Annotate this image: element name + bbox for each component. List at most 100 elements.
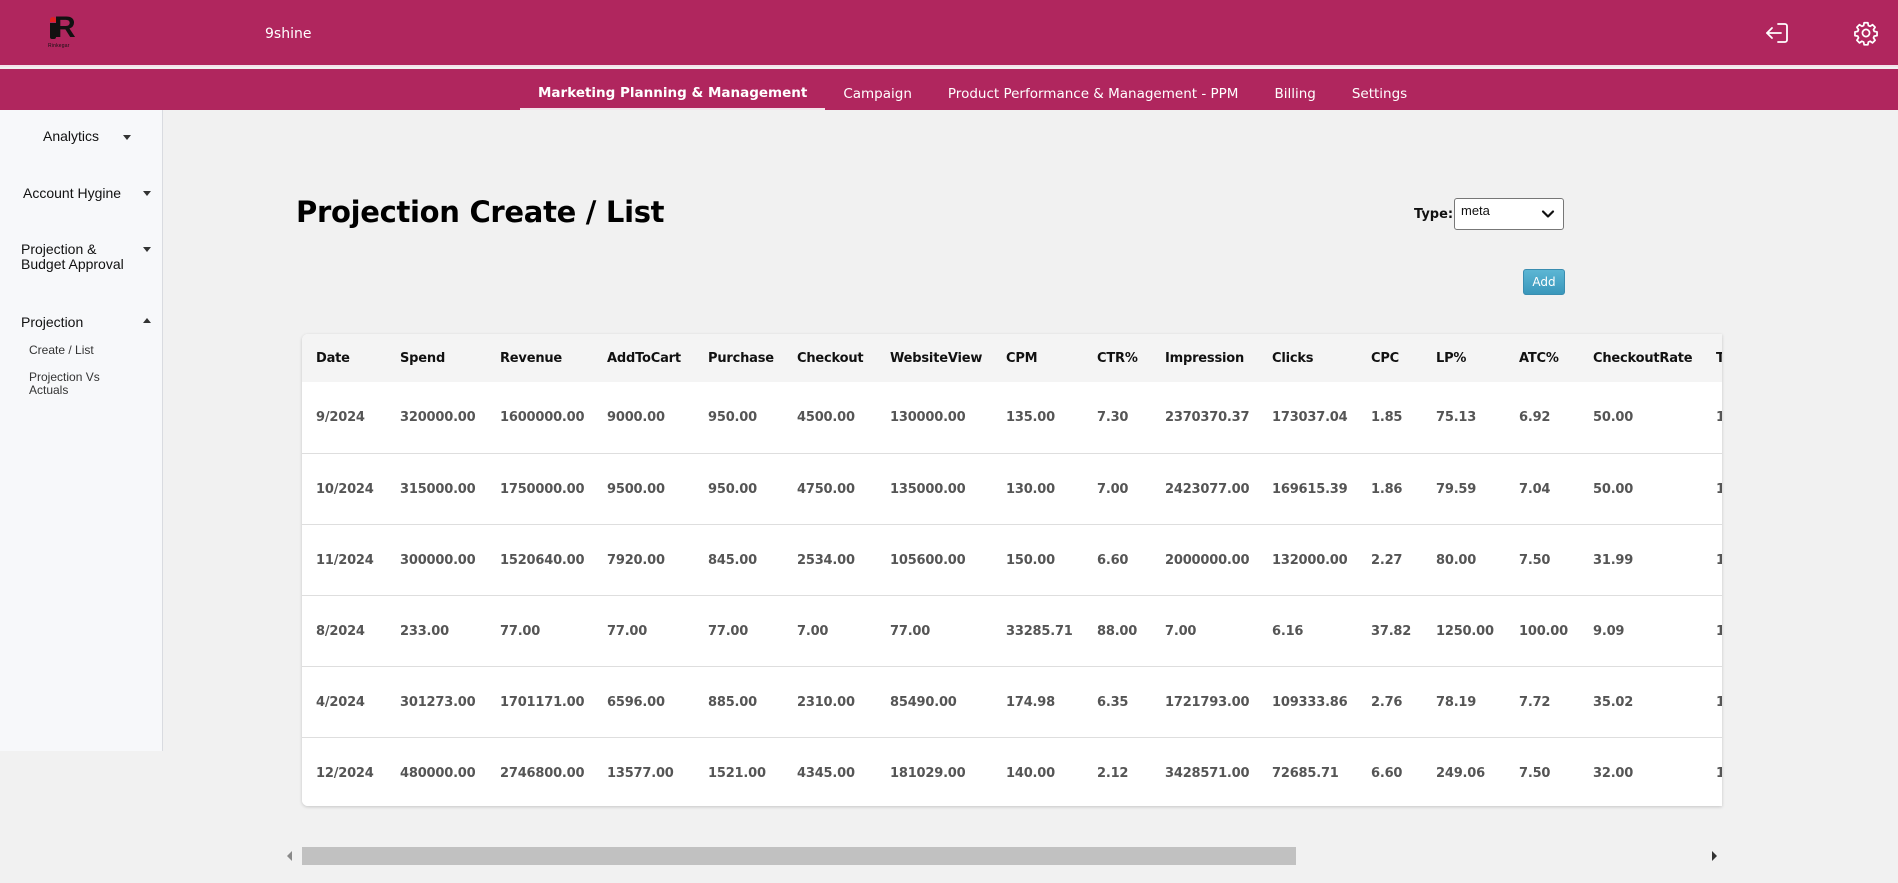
table-cell: 140.00 [1006,766,1055,781]
column-header[interactable]: Purchase [708,351,774,366]
table-cell: 85490.00 [890,695,957,710]
table-header-row: Date Spend Revenue AddToCart Purchase Checkou… [302,334,1722,382]
table-cell: 173037.04 [1272,410,1348,425]
table-row[interactable]: 10/2024 315000.00 1750000.00 9500.00 950.00 4… [302,453,1722,524]
table-cell: 181029.00 [890,766,966,781]
table-cell: 130000.00 [890,410,966,425]
table-cell: 2746800.00 [500,766,585,781]
table-cell: 50.00 [1593,410,1634,425]
table-cell: 1600000.00 [500,410,585,425]
table-cell: 135.00 [1006,410,1055,425]
tab-marketing-planning[interactable]: Marketing Planning & Management [520,69,826,110]
table-cell: 1 [1716,766,1722,781]
table-cell: 233.00 [400,624,449,639]
tab-billing[interactable]: Billing [1256,69,1333,110]
column-header[interactable]: Spend [400,351,445,366]
sidebar-item-projection-budget-approval[interactable]: Projection & Budget Approval [21,242,124,272]
chevron-down-icon[interactable] [143,247,151,252]
column-header[interactable]: Checkout [797,351,864,366]
table-row[interactable]: 12/2024 480000.00 2746800.00 13577.00 1521.0… [302,737,1722,806]
logo-letter: R [54,11,76,44]
sidebar-subitem-create-list[interactable]: Create / List [29,344,94,357]
column-header[interactable]: Impression [1165,351,1244,366]
table-cell: 77.00 [708,624,749,639]
table-cell: 7.00 [1165,624,1197,639]
table-row[interactable]: 11/2024 300000.00 1520640.00 7920.00 845.00 2… [302,524,1722,595]
sidebar-item-projection[interactable]: Projection [21,314,83,330]
sidebar-item-account-hygine[interactable]: Account Hygine [23,185,121,201]
table-cell: 1520640.00 [500,553,585,568]
sidebar-subitem-label-line2: Actuals [29,383,69,397]
table-cell: 7.04 [1519,482,1551,497]
sidebar-item-analytics[interactable]: Analytics [43,128,99,144]
type-select[interactable]: meta [1454,198,1564,230]
chevron-up-icon[interactable] [143,318,151,323]
table-cell: 33285.71 [1006,624,1073,639]
column-header[interactable]: Clicks [1272,351,1314,366]
table-cell: 249.06 [1436,766,1485,781]
table-cell: 9.09 [1593,624,1625,639]
column-header[interactable]: CPM [1006,351,1038,366]
table-row[interactable]: 9/2024 320000.00 1600000.00 9000.00 950.00 45… [302,382,1722,453]
column-header[interactable]: AddToCart [607,351,681,366]
table-cell: 8/2024 [316,624,365,639]
table-cell: 315000.00 [400,482,476,497]
column-header[interactable]: CPC [1371,351,1399,366]
column-header[interactable]: CTR% [1097,351,1138,366]
logout-button[interactable] [1762,18,1792,48]
horizontal-scrollbar[interactable] [284,847,1720,865]
table-cell: 7.30 [1097,410,1129,425]
scroll-right-arrow-icon[interactable] [1712,851,1717,861]
table-cell: 80.00 [1436,553,1477,568]
table-cell: 37.82 [1371,624,1412,639]
table-cell: 150.00 [1006,553,1055,568]
add-button[interactable]: Add [1523,269,1565,295]
table-cell: 75.13 [1436,410,1477,425]
column-header[interactable]: Revenue [500,351,562,366]
tab-campaign[interactable]: Campaign [825,69,930,110]
sidebar-subitem-projection-vs-actuals[interactable]: Projection Vs Actuals [29,371,100,397]
table-cell: 79.59 [1436,482,1477,497]
table-cell: 4500.00 [797,410,855,425]
scrollbar-thumb[interactable] [302,847,1296,865]
tab-product-performance[interactable]: Product Performance & Management - PPM [930,69,1257,110]
table-cell: 885.00 [708,695,757,710]
table-cell: 78.19 [1436,695,1477,710]
chevron-down-icon[interactable] [123,135,131,140]
table-cell: 77.00 [607,624,648,639]
tab-settings[interactable]: Settings [1334,69,1425,110]
scroll-left-arrow-icon[interactable] [287,851,292,861]
table-cell: 2310.00 [797,695,855,710]
table-cell: 2.27 [1371,553,1403,568]
column-header[interactable]: T [1716,351,1722,366]
table-cell: 7.50 [1519,553,1551,568]
table-cell: 2534.00 [797,553,855,568]
table-cell: 35.02 [1593,695,1634,710]
column-header[interactable]: WebsiteView [890,351,982,366]
table-cell: 1 [1716,553,1722,568]
table-cell: 2.12 [1097,766,1129,781]
table-row[interactable]: 4/2024 301273.00 1701171.00 6596.00 885.00 23… [302,666,1722,737]
table-cell: 105600.00 [890,553,966,568]
top-header: R Rinkegar 9shine [0,0,1898,67]
table-cell: 50.00 [1593,482,1634,497]
column-header[interactable]: CheckoutRate [1593,351,1693,366]
table-cell: 7.00 [797,624,829,639]
table-row[interactable]: 8/2024 233.00 77.00 77.00 77.00 7.00 77.00 3328… [302,595,1722,666]
table-cell: 1750000.00 [500,482,585,497]
column-header[interactable]: LP% [1436,351,1466,366]
table-cell: 6.16 [1272,624,1304,639]
table-cell: 72685.71 [1272,766,1339,781]
table-cell: 7.72 [1519,695,1551,710]
sidebar: Analytics Account Hygine Projection & Bu… [0,110,163,751]
table-cell: 320000.00 [400,410,476,425]
table-cell: 77.00 [500,624,541,639]
chevron-down-icon[interactable] [143,191,151,196]
brand-logo[interactable]: R Rinkegar [48,11,76,51]
table-cell: 9/2024 [316,410,365,425]
column-header[interactable]: ATC% [1519,351,1559,366]
column-header[interactable]: Date [316,351,350,366]
table-cell: 6.60 [1371,766,1403,781]
table-cell: 4345.00 [797,766,855,781]
settings-button[interactable] [1851,18,1881,48]
